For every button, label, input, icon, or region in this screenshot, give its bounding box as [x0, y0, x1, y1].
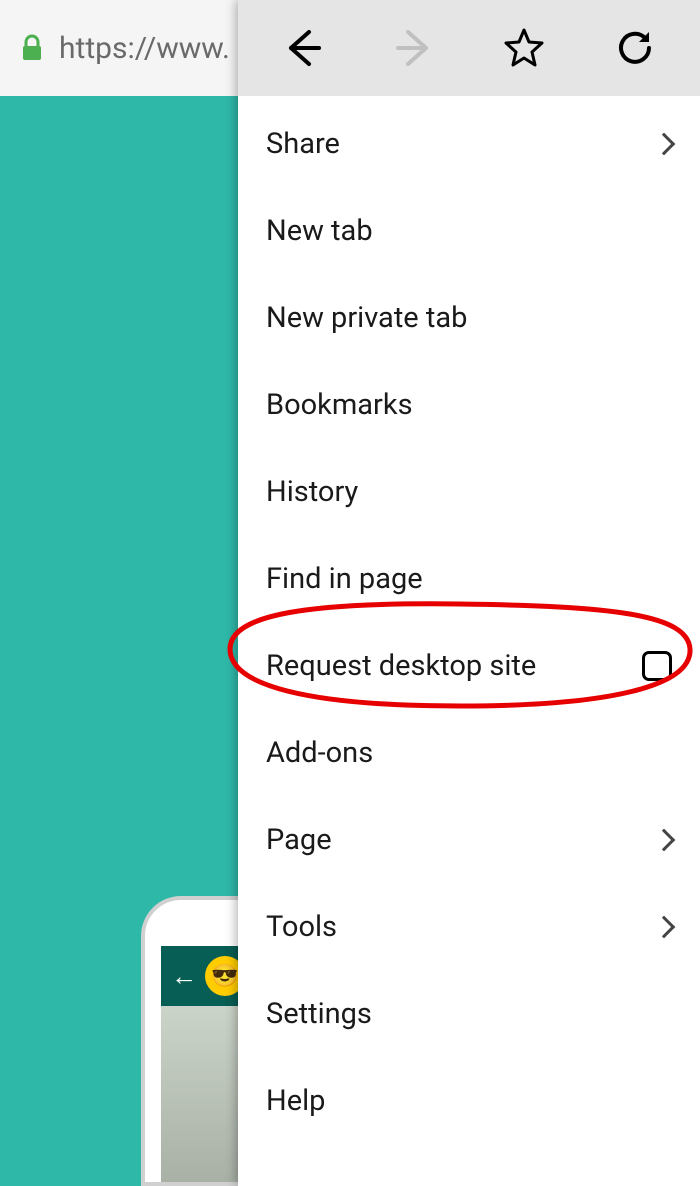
menu-item-label: Settings	[266, 997, 372, 1031]
back-arrow-icon: ←	[171, 961, 197, 992]
menu-item-label: Share	[266, 127, 340, 161]
menu-list: Share New tab New private tab Bookmarks …	[238, 96, 700, 1144]
menu-item-add-ons[interactable]: Add-ons	[238, 709, 700, 796]
forward-icon[interactable]	[392, 26, 436, 70]
reload-icon[interactable]	[613, 26, 657, 70]
chevron-right-icon	[653, 132, 676, 155]
menu-item-request-desktop-site[interactable]: Request desktop site	[238, 622, 700, 709]
back-icon[interactable]	[281, 26, 325, 70]
menu-item-history[interactable]: History	[238, 448, 700, 535]
menu-item-page[interactable]: Page	[238, 796, 700, 883]
chevron-right-icon	[653, 828, 676, 851]
menu-item-help[interactable]: Help	[238, 1057, 700, 1144]
url-text: https://www.	[59, 31, 230, 66]
checkbox-icon[interactable]	[642, 651, 672, 681]
menu-item-find-in-page[interactable]: Find in page	[238, 535, 700, 622]
menu-item-share[interactable]: Share	[238, 100, 700, 187]
chevron-right-icon	[653, 915, 676, 938]
menu-item-label: Add-ons	[266, 736, 373, 770]
star-icon[interactable]	[502, 26, 546, 70]
menu-item-new-tab[interactable]: New tab	[238, 187, 700, 274]
lock-icon	[20, 34, 44, 62]
menu-item-settings[interactable]: Settings	[238, 970, 700, 1057]
browser-menu-panel: Share New tab New private tab Bookmarks …	[238, 0, 700, 1186]
menu-item-label: Find in page	[266, 562, 423, 596]
menu-item-tools[interactable]: Tools	[238, 883, 700, 970]
menu-item-label: History	[266, 475, 358, 509]
menu-item-label: Tools	[266, 910, 337, 944]
menu-item-new-private-tab[interactable]: New private tab	[238, 274, 700, 361]
menu-item-label: New tab	[266, 214, 373, 248]
menu-item-label: New private tab	[266, 301, 467, 335]
menu-item-label: Request desktop site	[266, 649, 536, 683]
menu-toolbar	[238, 0, 700, 96]
menu-item-label: Help	[266, 1084, 325, 1118]
menu-item-label: Page	[266, 823, 332, 857]
menu-item-bookmarks[interactable]: Bookmarks	[238, 361, 700, 448]
menu-item-label: Bookmarks	[266, 388, 413, 422]
